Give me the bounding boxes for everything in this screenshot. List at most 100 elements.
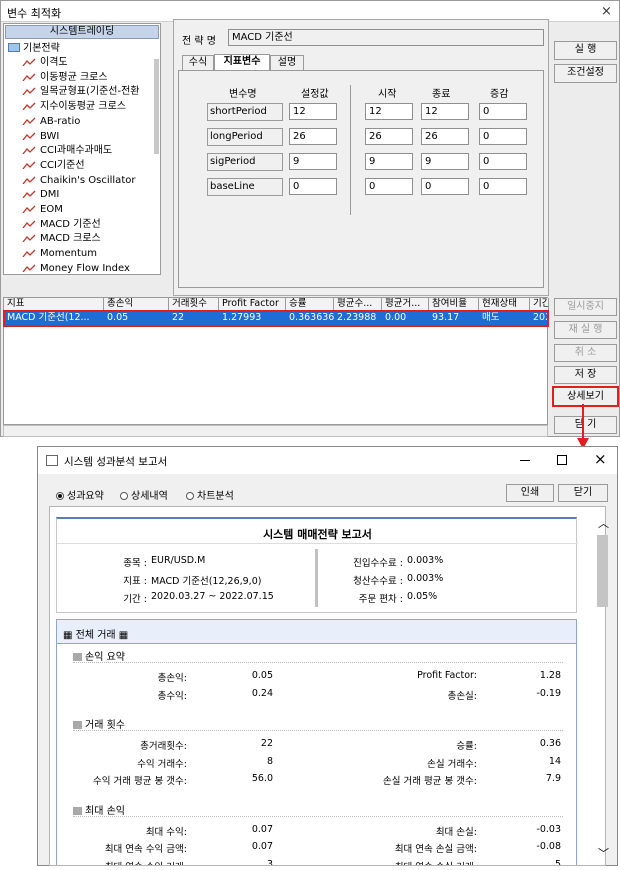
scrollbar-thumb[interactable] [597, 535, 608, 607]
separator [73, 662, 563, 663]
param-input[interactable]: 26 [289, 128, 337, 145]
section-title: 거래 횟수 [73, 716, 125, 731]
radio-icon [120, 492, 128, 500]
info-label: 주문 편차 : [358, 594, 403, 605]
stat-value: 8 [266, 755, 273, 767]
cancel-button[interactable]: 취 소 [554, 344, 617, 362]
radio-summary[interactable]: 성과요약 [56, 487, 104, 502]
print-button[interactable]: 인쇄 [506, 484, 554, 502]
tree-item[interactable]: DMI [22, 188, 152, 202]
stat-label: 최대 연속 손실 금액: [394, 844, 477, 855]
tree-item[interactable]: 이동평균 크로스 [22, 71, 152, 85]
stat-value: -0.08 [536, 841, 561, 852]
tab-formula[interactable]: 수식 [182, 55, 214, 70]
param-input[interactable]: 26 [365, 128, 413, 145]
save-button[interactable]: 저 장 [554, 366, 617, 384]
separator [73, 815, 563, 817]
tree-item[interactable]: MACD 기준선 [22, 218, 152, 232]
stat-value: 0.07 [251, 841, 273, 852]
param-input[interactable]: 12 [365, 103, 413, 120]
close-icon[interactable]: × [601, 4, 612, 19]
report-header-box: 시스템 매매전략 보고서 종목 : EUR/USD.M 지표 : MACD 기준선(1… [56, 517, 578, 613]
report-scrollbar[interactable]: ︿ ﹀ [595, 515, 612, 862]
param-input[interactable]: 0 [365, 178, 413, 195]
radio-summary-label: 성과요약 [67, 491, 104, 502]
scroll-down-icon[interactable]: ﹀ [598, 845, 609, 861]
info-label: 청산수수료 : [353, 576, 403, 587]
minimize-icon[interactable] [520, 460, 530, 461]
stat-value: 22 [260, 738, 273, 749]
stat-label: 최대 손실: [435, 826, 477, 838]
tree-item[interactable]: AB-ratio [22, 115, 152, 129]
tree-item[interactable]: BWI [22, 130, 152, 144]
chart-line-icon [22, 146, 36, 155]
param-input[interactable]: 0 [479, 103, 527, 120]
tree-item[interactable]: Chaikin's Oscillator [22, 174, 152, 188]
stat-label: 최대 연속 수익 금액: [104, 844, 187, 855]
tree-item[interactable]: 이격도 [22, 56, 152, 70]
param-input[interactable]: 0 [289, 178, 337, 195]
radio-checked-icon [56, 492, 64, 500]
radio-chart[interactable]: 차트분석 [186, 487, 234, 502]
close-icon[interactable]: × [594, 450, 607, 468]
param-input[interactable]: 9 [421, 153, 469, 170]
tree-item[interactable]: CCI과매수과매도 [22, 144, 152, 158]
conditions-button[interactable]: 조건설정 [554, 64, 617, 83]
maximize-icon[interactable] [557, 455, 567, 465]
param-input[interactable]: 9 [289, 153, 337, 170]
info-label: 지표 : [123, 576, 147, 587]
tree-item-label: MACD 기준선 [40, 218, 101, 230]
resume-button[interactable]: 재 실 행 [554, 321, 617, 339]
param-input[interactable]: 9 [365, 153, 413, 170]
radio-chart-label: 차트분석 [197, 491, 234, 502]
tree-item[interactable]: MACD 크로스 [22, 232, 152, 246]
report-close-button[interactable]: 닫기 [558, 484, 608, 502]
chart-line-icon [22, 161, 36, 169]
stat-label: 수익 거래수: [137, 758, 187, 770]
tree-item[interactable]: Money Flow Index [22, 262, 152, 276]
tree-item[interactable]: 일목균형표(기준선-전환 [22, 85, 152, 99]
col-end: 종료 [432, 89, 451, 100]
tree-scrollbar-thumb[interactable] [154, 59, 159, 154]
stat-value: 0.24 [251, 687, 273, 699]
info-label: 진입수수료 : [353, 558, 403, 569]
param-input[interactable]: 0 [421, 178, 469, 195]
chart-line-icon [22, 249, 36, 258]
param-input[interactable]: 0 [479, 153, 527, 170]
tab-description[interactable]: 설명 [270, 55, 304, 70]
param-name: baseLine [207, 178, 283, 196]
chart-line-icon [22, 220, 36, 228]
square-icon [73, 806, 82, 815]
param-input[interactable]: 0 [479, 128, 527, 145]
param-input[interactable]: 0 [479, 178, 527, 195]
stat-label: 승률: [456, 741, 477, 752]
square-icon [73, 721, 82, 729]
run-button[interactable]: 실 행 [554, 41, 617, 60]
param-input[interactable]: 12 [421, 103, 469, 120]
stat-label: 최대 연속 손실 거래: [317, 859, 477, 866]
tab-indicator-vars[interactable]: 지표변수 [214, 54, 270, 70]
param-input[interactable]: 12 [289, 103, 337, 120]
stat-label: 수익 거래 평균 봉 갯수: [93, 776, 187, 787]
pause-button[interactable]: 일시중지 [554, 298, 617, 316]
tree-item[interactable]: 지수이동평균 크로스 [22, 100, 152, 114]
tree-item[interactable]: CCI기준선 [22, 159, 152, 173]
scroll-up-icon[interactable]: ︿ [598, 515, 609, 531]
horizontal-scrollbar[interactable] [3, 425, 548, 437]
section-title: 손익 요약 [73, 648, 125, 663]
square-icon [73, 653, 82, 661]
tree-item[interactable]: EOM [22, 203, 152, 217]
tree-item[interactable]: Momentum [22, 247, 152, 261]
stat-value: 0.07 [251, 823, 273, 835]
tree-root[interactable]: 기본전략 [8, 42, 60, 55]
radio-icon [186, 492, 194, 500]
stat-value: 5 [554, 858, 561, 866]
param-input[interactable]: 26 [421, 128, 469, 145]
stat-value: 0.05 [251, 670, 273, 681]
strategy-name-field: MACD 기준선 [228, 29, 544, 46]
info-label: 종목 : [123, 558, 147, 569]
chart-line-icon [22, 132, 36, 140]
tree-item-label: CCI과매수과매도 [40, 145, 113, 157]
results-grid: 지표 총손익 거래횟수 Profit Factor 승률 평균수... 평균거... 참여비율… [3, 297, 549, 425]
radio-details[interactable]: 상세내역 [120, 487, 168, 502]
